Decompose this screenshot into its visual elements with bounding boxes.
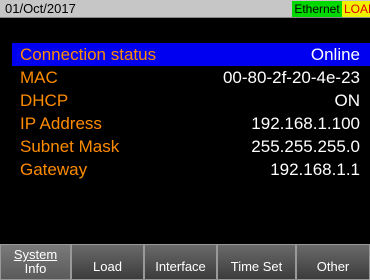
tab-load[interactable]: Load [71, 244, 144, 280]
tab-label: System [13, 247, 58, 262]
info-row-ip-address[interactable]: IP Address 192.168.1.100 [12, 112, 370, 135]
load-status-badge: LOAD [342, 1, 370, 17]
function-tab-bar: System Info Load Interface Time Set Othe… [0, 244, 370, 280]
info-value: 255.255.255.0 [251, 137, 360, 156]
info-label: IP Address [20, 114, 102, 133]
info-row-gateway[interactable]: Gateway 192.168.1.1 [12, 158, 370, 181]
info-label: MAC [20, 68, 58, 87]
tab-label: Time Set [230, 259, 283, 274]
info-value: ON [334, 91, 361, 110]
tab-label: Other [316, 259, 350, 274]
info-value: 192.168.1.100 [251, 114, 360, 133]
tab-system-info[interactable]: System Info [0, 244, 71, 280]
info-label: Gateway [20, 160, 88, 179]
tab-interface[interactable]: Interface [144, 244, 217, 280]
info-row-dhcp[interactable]: DHCP ON [12, 89, 370, 112]
tab-label: Interface [155, 259, 206, 274]
info-value: 192.168.1.1 [270, 160, 360, 179]
system-info-panel: Connection status Online MAC 00-80-2f-20… [0, 18, 370, 244]
info-value: 00-80-2f-20-4e-23 [222, 68, 360, 87]
tab-other[interactable]: Other [296, 244, 370, 280]
tab-time-set[interactable]: Time Set [217, 244, 296, 280]
tab-label: Load [93, 259, 122, 274]
info-row-subnet-mask[interactable]: Subnet Mask 255.255.255.0 [12, 135, 370, 158]
tab-label: Info [24, 261, 47, 276]
date-display: 01/Oct/2017 [5, 1, 76, 16]
info-label: Connection status [20, 45, 157, 64]
info-label: DHCP [20, 91, 69, 110]
ethernet-status-badge: Ethernet [292, 1, 342, 17]
info-value: Online [310, 45, 360, 64]
info-row-connection-status[interactable]: Connection status Online [12, 43, 370, 66]
info-label: Subnet Mask [20, 137, 120, 156]
status-bar: 01/Oct/2017 Ethernet LOAD [0, 0, 370, 18]
info-row-mac[interactable]: MAC 00-80-2f-20-4e-23 [12, 66, 370, 89]
